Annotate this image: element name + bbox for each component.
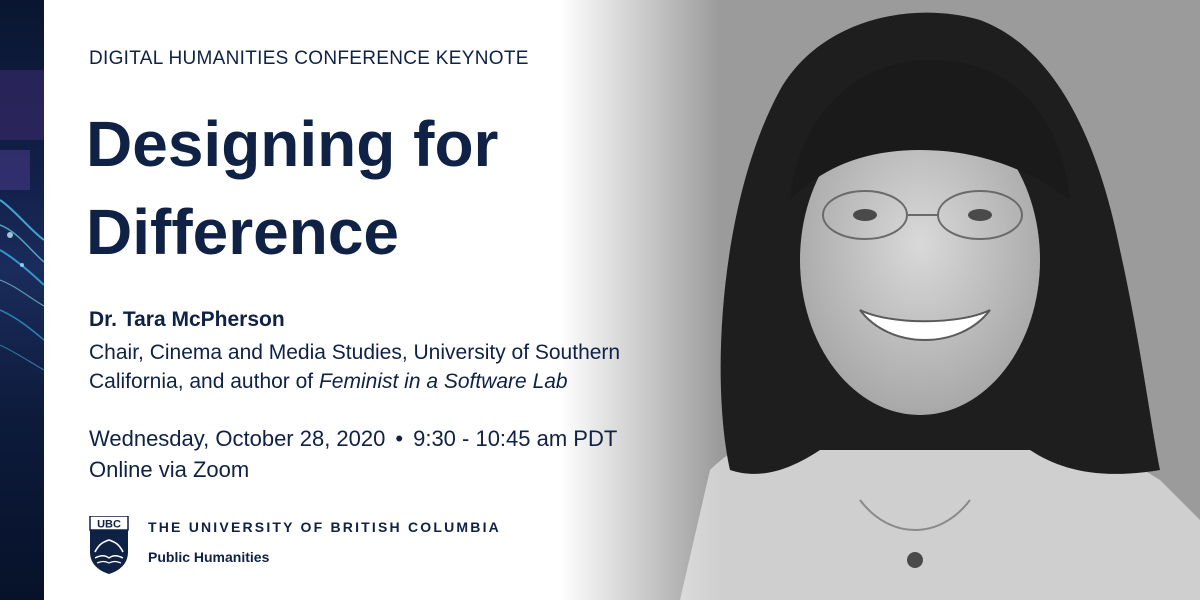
date-time-line: Wednesday, October 28, 2020 • 9:30 - 10:45… [89,423,617,454]
speaker-affiliation: Chair, Cinema and Media Studies, Univers… [89,338,689,396]
event-title-line2: Difference [86,196,399,268]
separator-bullet: • [395,426,404,451]
logo-text: UBC [97,519,121,531]
light-streaks-graphic [0,70,44,371]
event-date: Wednesday, October 28, 2020 [89,426,386,451]
event-location: Online via Zoom [89,457,250,482]
ubc-crest-icon: UBC [89,516,129,574]
speaker-portrait [560,0,1200,600]
event-title-line1: Designing for [86,108,499,180]
book-title: Feminist in a Software Lab [318,370,568,393]
event-time: 9:30 - 10:45 am PDT [413,426,618,451]
speaker-photo [560,0,1200,600]
affiliation-line2: California, and author of Feminist in a … [89,367,689,396]
speaker-name: Dr. Tara McPherson [89,308,285,331]
event-banner: DIGITAL HUMANITIES CONFERENCE KEYNOTE De… [0,0,1200,600]
event-kicker: DIGITAL HUMANITIES CONFERENCE KEYNOTE [89,48,529,69]
affiliation-line1: Chair, Cinema and Media Studies, Univers… [89,341,621,364]
department-name: Public Humanities [148,549,270,565]
event-title: Designing for Difference [86,100,556,276]
university-name: THE UNIVERSITY OF BRITISH COLUMBIA [148,519,501,535]
affiliation-line2-prefix: California, and author of [89,370,319,393]
decorative-light-strip [0,0,44,600]
event-schedule: Wednesday, October 28, 2020 • 9:30 - 10:45… [89,423,617,485]
